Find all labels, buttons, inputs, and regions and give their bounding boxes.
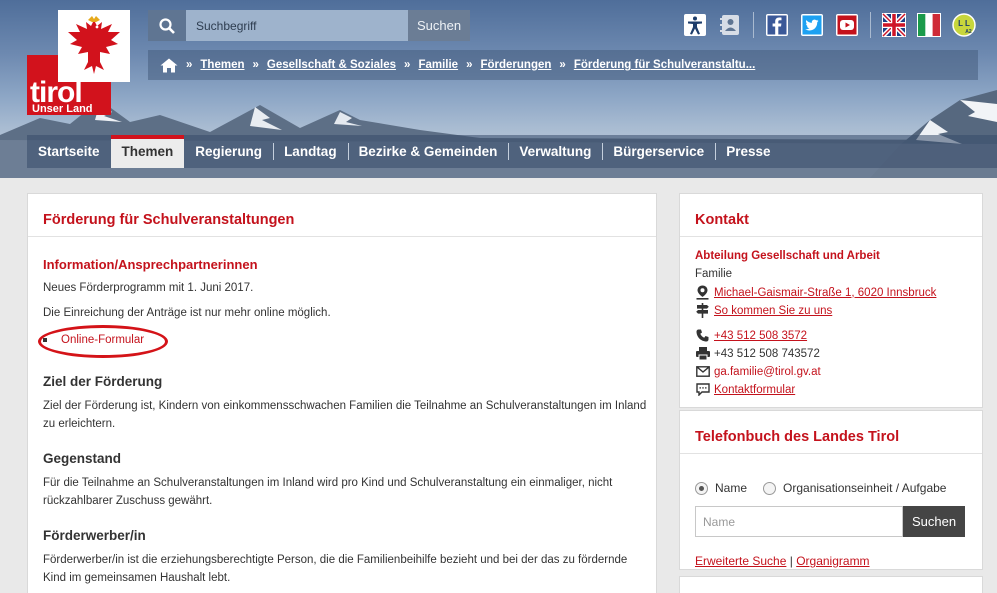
search-icon[interactable]: [148, 10, 186, 41]
contact-form-link[interactable]: Kontaktformular: [714, 384, 795, 396]
phonebook-box: Telefonbuch des Landes Tirol Name Organi…: [679, 410, 983, 570]
phone-icon: [695, 328, 710, 343]
info-paragraph-start: Neues Förderprogramm mit 1. Juni 2017.: [43, 282, 254, 294]
breadcrumb: » Themen » Gesellschaft & Soziales » Fam…: [148, 50, 978, 80]
flag-uk-icon[interactable]: [882, 13, 906, 37]
signpost-icon: [695, 303, 710, 318]
contact-box: Kontakt Abteilung Gesellschaft und Arbei…: [679, 193, 983, 408]
ziel-text: Ziel der Förderung ist, Kindern von eink…: [43, 400, 647, 430]
radio-organisation-label: Organisationseinheit / Aufgabe: [783, 481, 947, 495]
department-subtitle: Familie: [695, 268, 733, 280]
tirol-eagle-icon: [68, 16, 120, 74]
logo-eagle-box[interactable]: [58, 10, 130, 82]
advanced-search-link[interactable]: Erweiterte Suche: [695, 554, 786, 568]
phonebook-search-form: Suchen: [695, 506, 969, 537]
phonebook-search-button[interactable]: Suchen: [903, 506, 965, 537]
breadcrumb-item-current[interactable]: Förderung für Schulveranstaltu...: [574, 59, 755, 71]
contact-form-row: Kontaktformular: [695, 382, 795, 397]
nav-item-landtag[interactable]: Landtag: [273, 135, 348, 168]
info-paragraph-online: Die Einreichung der Anträge ist nur mehr…: [43, 307, 331, 319]
breadcrumb-separator: »: [186, 59, 193, 71]
nav-item-themen[interactable]: Themen: [110, 135, 185, 168]
gegenstand-text: Für die Teilnahme an Schulveranstaltunge…: [43, 477, 613, 507]
icon-divider: [870, 12, 871, 38]
nav-item-bezirke-gemeinden[interactable]: Bezirke & Gemeinden: [347, 135, 509, 168]
link-separator: |: [789, 554, 793, 568]
page-header: tirol Unser Land Suchen: [0, 0, 997, 178]
breadcrumb-separator: »: [404, 59, 411, 71]
department-link[interactable]: Abteilung Gesellschaft und Arbeit: [695, 250, 880, 262]
youtube-icon[interactable]: [835, 13, 859, 37]
twitter-icon[interactable]: [800, 13, 824, 37]
phone-row: +43 512 508 3572: [695, 328, 807, 343]
breadcrumb-item-gesellschaft[interactable]: Gesellschaft & Soziales: [267, 59, 396, 71]
svg-text:L L: L L: [958, 19, 970, 28]
gegenstand-heading: Gegenstand: [43, 451, 122, 466]
logo-subtitle: Unser Land: [32, 103, 93, 115]
phonebook-title: Telefonbuch des Landes Tirol: [695, 429, 900, 445]
chat-bubble-icon: [695, 382, 710, 397]
page-title: Förderung für Schulveranstaltungen: [43, 212, 295, 228]
breadcrumb-separator: »: [466, 59, 473, 71]
address-link[interactable]: Michael-Gaismair-Straße 1, 6020 Innsbruc…: [714, 287, 936, 299]
nav-item-verwaltung[interactable]: Verwaltung: [508, 135, 602, 168]
foerderwerber-heading: Förderwerber/in: [43, 528, 146, 543]
envelope-icon: [695, 364, 710, 379]
breadcrumb-separator: »: [559, 59, 566, 71]
email-link[interactable]: ga.familie@tirol.gv.at: [714, 366, 821, 378]
breadcrumb-item-foerderungen[interactable]: Förderungen: [480, 59, 551, 71]
flag-italy-icon[interactable]: [917, 13, 941, 37]
easy-language-icon[interactable]: L L A2: [952, 13, 976, 37]
contact-card-icon[interactable]: [718, 13, 742, 37]
service-icon-bar: L L A2: [683, 12, 987, 38]
home-icon[interactable]: [160, 58, 178, 73]
foerderwerber-text: Förderwerber/in ist die erziehungsberech…: [43, 554, 628, 584]
search-bar: Suchen: [148, 10, 470, 41]
nav-item-buergerservice[interactable]: Bürgerservice: [602, 135, 715, 168]
fax-number: +43 512 508 743572: [714, 347, 820, 360]
phone-link[interactable]: +43 512 508 3572: [714, 330, 807, 342]
breadcrumb-item-familie[interactable]: Familie: [418, 59, 458, 71]
highlight-circle: [38, 325, 168, 358]
phonebook-links: Erweiterte Suche | Organigramm: [695, 554, 870, 568]
nav-item-regierung[interactable]: Regierung: [184, 135, 273, 168]
next-sidebar-box: [679, 576, 983, 593]
radio-organisation[interactable]: [763, 481, 777, 495]
fax-row: +43 512 508 743572: [695, 346, 820, 361]
icon-divider: [753, 12, 754, 38]
search-button[interactable]: Suchen: [408, 10, 470, 41]
email-row: ga.familie@tirol.gv.at: [695, 364, 821, 379]
breadcrumb-separator: »: [252, 59, 259, 71]
accessibility-icon[interactable]: [683, 13, 707, 37]
radio-name[interactable]: [695, 481, 708, 495]
divider: [680, 453, 982, 454]
main-navigation: Startseite Themen Regierung Landtag Bezi…: [27, 135, 997, 168]
svg-text:A2: A2: [965, 29, 972, 35]
main-content: Förderung für Schulveranstaltungen Infor…: [27, 193, 657, 593]
divider: [680, 236, 982, 237]
facebook-icon[interactable]: [765, 13, 789, 37]
fax-icon: [695, 346, 710, 361]
contact-title: Kontakt: [695, 212, 749, 228]
ziel-heading: Ziel der Förderung: [43, 374, 163, 389]
map-pin-icon: [695, 285, 710, 300]
directions-link[interactable]: So kommen Sie zu uns: [714, 305, 832, 317]
info-heading: Information/Ansprechpartnerinnen: [43, 257, 258, 272]
breadcrumb-item-themen[interactable]: Themen: [200, 59, 244, 71]
organigram-link[interactable]: Organigramm: [796, 554, 869, 568]
radio-name-label: Name: [715, 481, 748, 495]
phonebook-name-input[interactable]: [695, 506, 903, 537]
nav-item-presse[interactable]: Presse: [715, 135, 781, 168]
divider: [28, 236, 656, 237]
search-type-radios: Name Organisationseinheit / Aufgabe: [695, 481, 946, 495]
nav-item-startseite[interactable]: Startseite: [27, 135, 111, 168]
directions-row: So kommen Sie zu uns: [695, 303, 832, 318]
search-input[interactable]: [186, 10, 408, 41]
address-row: Michael-Gaismair-Straße 1, 6020 Innsbruc…: [695, 285, 936, 300]
